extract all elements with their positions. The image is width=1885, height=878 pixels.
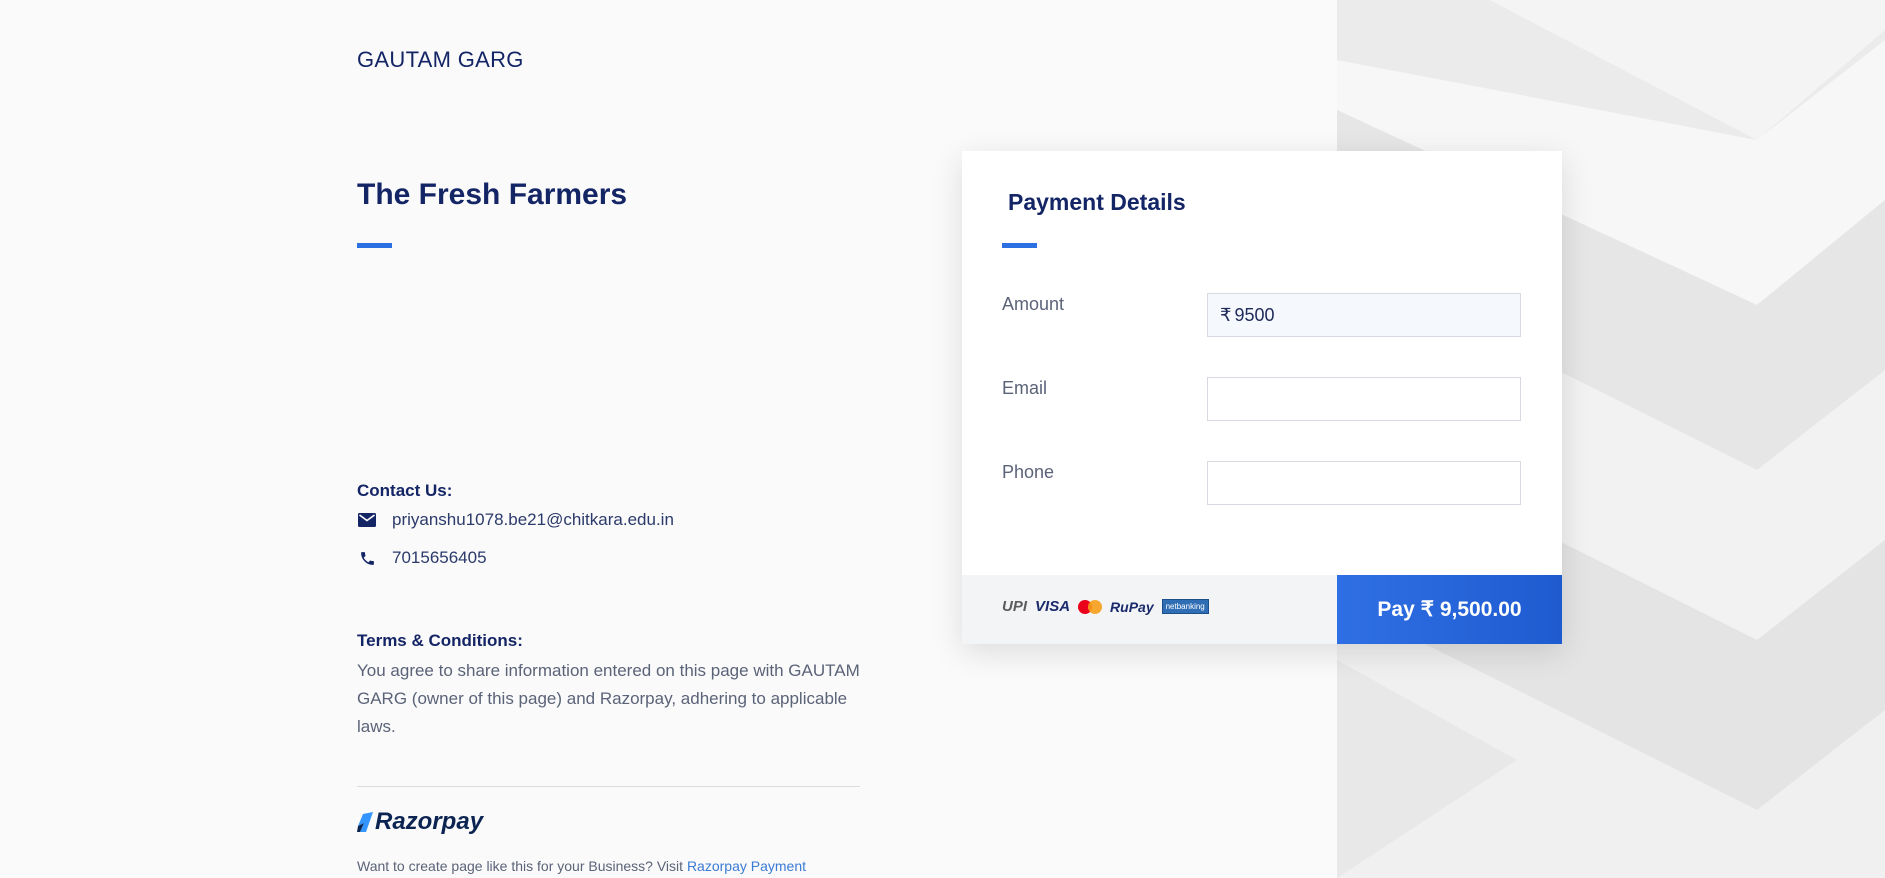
footer-promo-text: Want to create page like this for your B…	[357, 858, 684, 874]
amount-field[interactable]: ₹ 9500	[1207, 293, 1521, 337]
rupay-logo: RuPay	[1110, 598, 1154, 615]
contact-phone[interactable]: 7015656405	[392, 548, 487, 568]
email-input[interactable]	[1220, 387, 1520, 411]
currency-symbol: ₹	[1220, 304, 1232, 325]
contact-email-row: priyanshu1078.be21@chitkara.edu.in	[357, 510, 674, 530]
email-label: Email	[1002, 378, 1048, 398]
page-title: The Fresh Farmers	[357, 178, 628, 211]
netbanking-logo: netbanking	[1161, 599, 1209, 614]
terms-heading: Terms & Conditions:	[357, 631, 523, 650]
mail-icon	[357, 510, 377, 530]
razorpay-logo-icon	[357, 812, 373, 832]
payment-method-logos: UPI VISA RuPay netbanking	[1002, 598, 1209, 615]
payment-details-card: Payment Details Amount ₹ 9500 Email Phon…	[962, 151, 1562, 644]
upi-logo: UPI	[1002, 598, 1028, 615]
payment-title-underline	[1002, 243, 1037, 248]
contact-heading: Contact Us:	[357, 481, 453, 500]
pay-button[interactable]: Pay ₹ 9,500.00	[1337, 575, 1562, 644]
title-underline	[357, 243, 392, 248]
phone-field[interactable]	[1207, 461, 1521, 505]
footer-divider	[357, 786, 860, 787]
amount-label: Amount	[1002, 294, 1065, 314]
razorpay-payment-link[interactable]: Razorpay Payment	[687, 858, 806, 874]
amount-value: 9500	[1234, 304, 1275, 325]
contact-phone-row: 7015656405	[357, 548, 487, 568]
contact-email[interactable]: priyanshu1078.be21@chitkara.edu.in	[392, 510, 674, 530]
footer-text: Want to create page like this for your B…	[357, 858, 806, 874]
merchant-name: GAUTAM GARG	[357, 47, 524, 72]
razorpay-logo-text: Razorpay	[375, 808, 484, 835]
phone-label: Phone	[1002, 462, 1055, 482]
mastercard-logo	[1078, 599, 1103, 614]
razorpay-logo[interactable]: Razorpay	[357, 808, 483, 836]
card-footer: UPI VISA RuPay netbanking Pay ₹ 9,500.00	[962, 575, 1562, 644]
phone-icon	[357, 548, 377, 568]
phone-input[interactable]	[1220, 471, 1520, 495]
visa-logo: VISA	[1035, 598, 1071, 615]
terms-text: You agree to share information entered o…	[357, 661, 860, 736]
email-field[interactable]	[1207, 377, 1521, 421]
payment-details-title: Payment Details	[1008, 189, 1186, 215]
